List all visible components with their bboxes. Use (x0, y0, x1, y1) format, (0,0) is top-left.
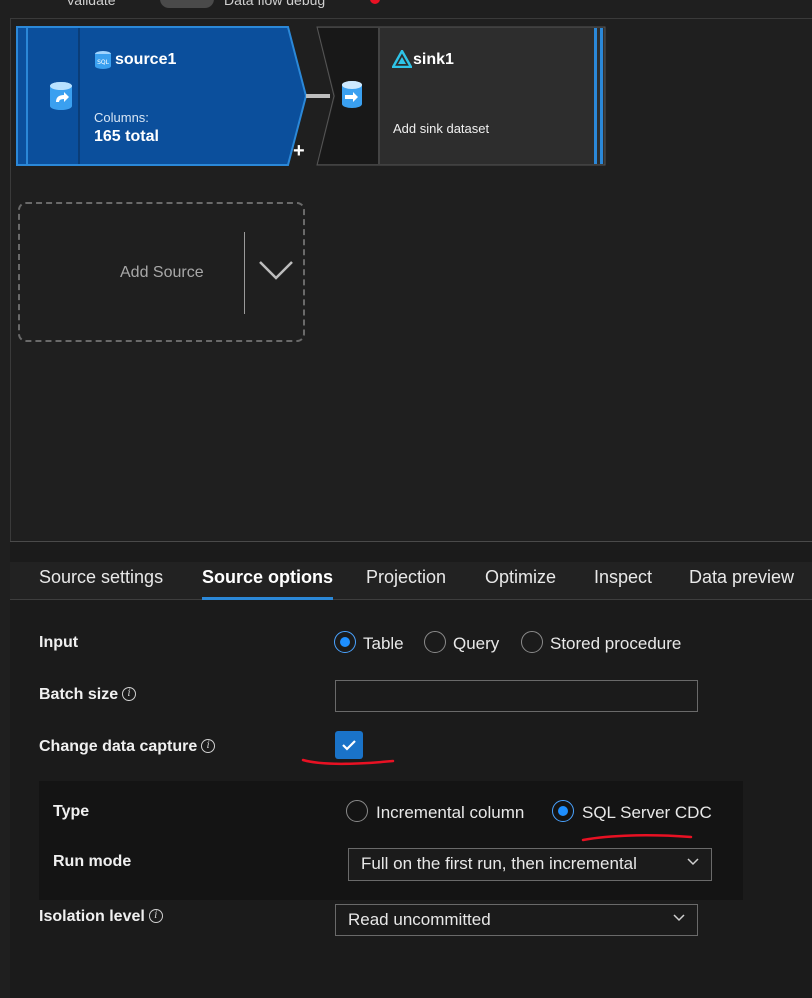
sql-badge-icon: SQL (95, 51, 111, 69)
input-radio-table-label: Table (363, 634, 404, 653)
cdc-options-group: Type Incremental column SQL Server CDC R… (39, 781, 743, 900)
source-columns-value: 165 total (94, 128, 159, 145)
source-node-icon-area (28, 30, 94, 162)
input-radio-query-label: Query (453, 634, 500, 653)
type-radio-incremental-column[interactable] (346, 800, 368, 822)
type-radio-sql-server-cdc[interactable] (552, 800, 574, 822)
settings-panel: Source settings Source options Projectio… (10, 541, 812, 998)
type-radio-incremental-column-label: Incremental column (376, 803, 525, 822)
debug-status-dot (370, 0, 380, 4)
change-data-capture-label-text: Change data capture (39, 738, 198, 755)
red-underline-annotation (581, 834, 693, 842)
sink-node-name: sink1 (413, 51, 454, 68)
svg-text:SQL: SQL (97, 59, 110, 66)
batch-size-input[interactable] (335, 680, 698, 712)
add-source-button[interactable]: Add Source (18, 202, 305, 342)
source-node[interactable]: SQL source1 Columns: 165 total (16, 26, 308, 166)
sink-node[interactable]: sink1 Add sink dataset (316, 26, 608, 166)
source-columns-label: Columns: (94, 110, 149, 125)
add-source-divider (244, 232, 245, 314)
type-label: Type (53, 803, 90, 820)
tab-source-settings[interactable]: Source settings (39, 562, 163, 600)
input-radio-stored-procedure[interactable] (521, 631, 543, 653)
info-icon[interactable]: i (148, 909, 163, 923)
isolation-level-select[interactable]: Read uncommitted (335, 904, 698, 936)
red-underline-annotation (301, 758, 395, 766)
source-node-name: source1 (115, 51, 177, 68)
debug-label: Data flow debug (224, 0, 326, 8)
isolation-level-label: Isolation level i (39, 908, 163, 926)
tab-projection[interactable]: Projection (366, 562, 446, 600)
isolation-level-label-text: Isolation level (39, 908, 145, 925)
sql-database-icon (50, 82, 72, 110)
batch-size-label-text: Batch size (39, 686, 119, 703)
run-mode-label: Run mode (53, 853, 132, 870)
input-label: Input (39, 634, 79, 651)
validate-button[interactable]: Validate (66, 0, 116, 8)
add-transform-plus-icon[interactable]: + (293, 140, 305, 163)
sink-subtitle: Add sink dataset (393, 121, 490, 136)
input-radio-table[interactable] (334, 631, 356, 653)
tab-data-preview[interactable]: Data preview (689, 562, 794, 600)
run-mode-value: Full on the first run, then incremental (361, 854, 637, 873)
chevron-down-icon (687, 858, 699, 866)
info-icon[interactable]: i (122, 687, 137, 701)
run-mode-select[interactable]: Full on the first run, then incremental (348, 848, 712, 881)
top-toolbar: Validate Data flow debug (10, 0, 812, 19)
database-import-icon (342, 81, 362, 108)
checkmark-icon (342, 740, 356, 751)
panel-tabs: Source settings Source options Projectio… (10, 562, 812, 600)
chevron-down-icon[interactable] (258, 259, 294, 281)
change-data-capture-label: Change data capture i (39, 738, 216, 756)
input-radio-stored-procedure-label: Stored procedure (550, 634, 682, 653)
chevron-down-icon (673, 914, 685, 922)
type-radio-sql-server-cdc-label: SQL Server CDC (582, 803, 712, 822)
add-source-label: Add Source (120, 264, 204, 281)
info-icon[interactable]: i (201, 739, 216, 753)
input-radio-query[interactable] (424, 631, 446, 653)
tab-optimize[interactable]: Optimize (485, 562, 556, 600)
tab-inspect[interactable]: Inspect (594, 562, 652, 600)
batch-size-label: Batch size i (39, 686, 137, 704)
isolation-level-value: Read uncommitted (348, 910, 491, 929)
tab-source-options[interactable]: Source options (202, 562, 334, 600)
debug-toggle[interactable] (160, 0, 214, 8)
synapse-triangle-icon (392, 50, 412, 68)
